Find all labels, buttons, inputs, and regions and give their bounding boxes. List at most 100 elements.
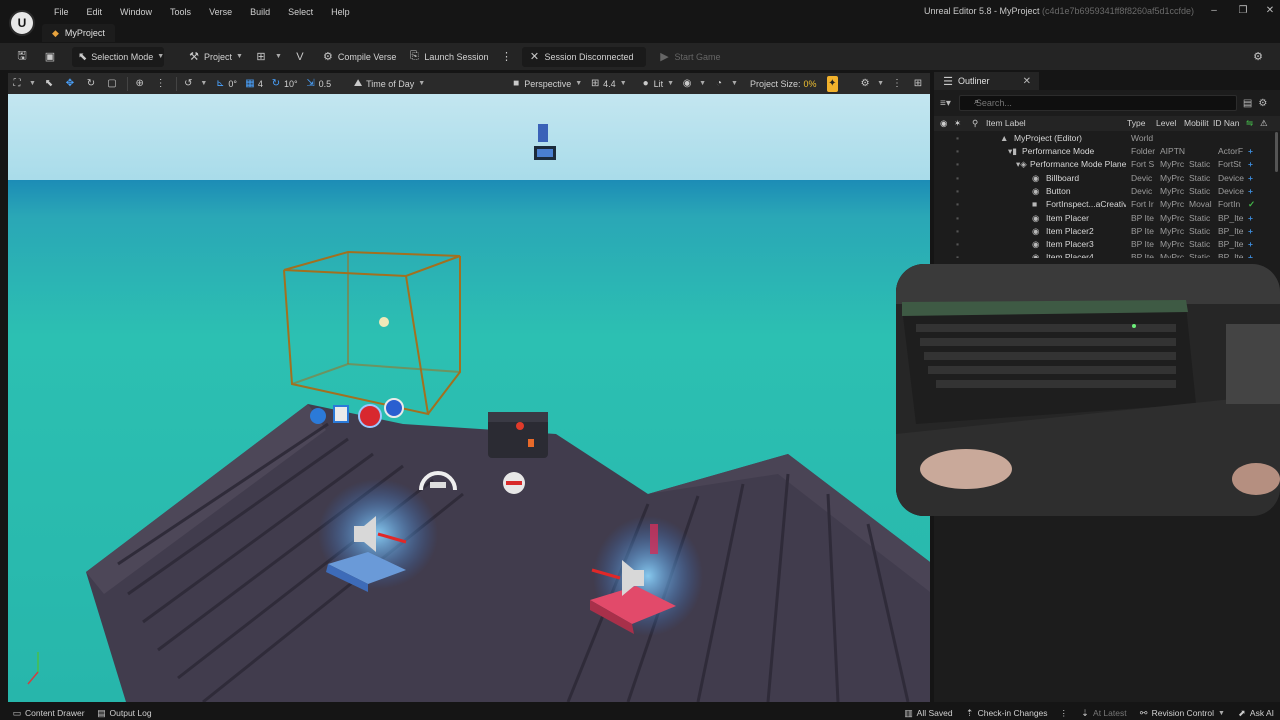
menu-file[interactable]: File: [45, 7, 78, 17]
menu-verse[interactable]: Verse: [200, 7, 241, 17]
outliner-row[interactable]: ▪ ▾◈ Performance Mode Plane Fort S MyPrc Stat…: [934, 158, 1274, 171]
output-log-button[interactable]: ▤ Output Log: [91, 708, 158, 719]
selection-mode-dropdown[interactable]: ⬉ Selection Mode ▼: [72, 46, 164, 67]
outliner-row[interactable]: ▪ ◉ Item Placer2 BP Ite MyPrc Static BP_Ite +: [934, 225, 1274, 238]
viewport-settings-icon[interactable]: ⚙ ▼: [856, 75, 888, 92]
menu-tools[interactable]: Tools: [161, 7, 200, 17]
all-saved-button[interactable]: ▥ All Saved: [898, 708, 959, 719]
view-mode-dropdown[interactable]: ● Lit ▼: [637, 75, 678, 92]
outliner-item-status[interactable]: ✓: [1248, 199, 1255, 210]
viewport-more-icon[interactable]: ⋮: [888, 75, 909, 92]
visibility-toggle-icon[interactable]: ▪: [956, 133, 959, 143]
outliner-row[interactable]: ▪ ▲ MyProject (Editor) World: [934, 132, 1274, 145]
outliner-item-status[interactable]: +: [1248, 239, 1253, 249]
outliner-item-status[interactable]: +: [1248, 159, 1253, 169]
visibility-toggle-icon[interactable]: ▪: [956, 213, 959, 223]
menu-select[interactable]: Select: [279, 7, 322, 17]
surface-snap-dropdown[interactable]: ↺ ▼: [179, 75, 211, 92]
add-actor-dropdown[interactable]: ⊞ ▼: [249, 47, 288, 67]
outliner-row[interactable]: ▪ ■ FortInspect...aCreative1 Fort Ir MyPrc Mo…: [934, 198, 1274, 211]
show-flags-dropdown[interactable]: ◉ ▼: [678, 75, 710, 92]
level-viewport[interactable]: [8, 94, 930, 702]
visibility-toggle-icon[interactable]: ▪: [956, 159, 959, 169]
camera-speed-dropdown[interactable]: ⊞ 4.4 ▼: [586, 75, 630, 92]
column-type[interactable]: Type: [1127, 118, 1145, 128]
save-icon[interactable]: 🖫: [10, 47, 38, 67]
content-drawer-button[interactable]: ▭ Content Drawer: [6, 708, 91, 719]
compile-verse-button[interactable]: ⚙ Compile Verse: [316, 47, 403, 67]
warning-column-icon[interactable]: ⚠: [1260, 118, 1268, 129]
project-dropdown[interactable]: ⚒ Project ▼: [182, 47, 249, 67]
time-of-day-dropdown[interactable]: ⛰ Time of Day ▼: [349, 75, 429, 92]
close-icon[interactable]: ✕: [1023, 76, 1031, 87]
rotate-tool-icon[interactable]: ↻: [82, 75, 103, 92]
grid-snap-toggle[interactable]: ▦ 4: [241, 75, 267, 92]
outliner-item-status[interactable]: +: [1248, 186, 1253, 196]
source-control-column-icon[interactable]: ⇋: [1246, 118, 1253, 129]
settings-gear-icon[interactable]: ⚙: [1246, 47, 1274, 67]
visibility-toggle-icon[interactable]: ▪: [956, 252, 959, 258]
minimize-icon[interactable]: –: [1206, 5, 1222, 16]
visibility-toggle-icon[interactable]: ▪: [956, 239, 959, 249]
column-level[interactable]: Level: [1156, 118, 1176, 128]
outliner-item-status[interactable]: +: [1248, 146, 1253, 156]
outliner-item-status[interactable]: +: [1248, 213, 1253, 223]
performance-dropdown[interactable]: ◔ ▼: [710, 75, 742, 92]
column-item-label[interactable]: Item Label: [986, 118, 1026, 128]
revision-control-dropdown[interactable]: ⚯ Revision Control ▼: [1133, 708, 1231, 719]
light-icon[interactable]: [379, 317, 389, 327]
scale-snap-toggle[interactable]: ⇲ 0.5: [302, 75, 336, 92]
rotation-snap-toggle[interactable]: ⊾ 0°: [211, 75, 241, 92]
outliner-row[interactable]: ▪ ◉ Button Devic MyPrc Static Device +: [934, 185, 1274, 198]
settings-gear-icon[interactable]: ⚙: [1258, 98, 1267, 109]
check-in-changes-button[interactable]: ⇡ Check-in Changes: [959, 708, 1054, 719]
visibility-toggle-icon[interactable]: ▪: [956, 173, 959, 183]
outliner-search-input[interactable]: [958, 95, 1237, 111]
visibility-toggle-icon[interactable]: ▪: [956, 226, 959, 236]
column-id[interactable]: ID Nan: [1213, 118, 1239, 128]
outliner-row[interactable]: ▪ ◉ Item Placer3 BP Ite MyPrc Static BP_Ite +: [934, 238, 1274, 251]
verse-icon[interactable]: V: [288, 47, 316, 67]
angle-snap-toggle[interactable]: ↻ 10°: [267, 75, 302, 92]
lock-column-icon[interactable]: ⚲: [972, 118, 978, 129]
visibility-column-icon[interactable]: ◉: [940, 118, 947, 129]
outliner-item-status[interactable]: +: [1248, 226, 1253, 236]
add-folder-icon[interactable]: ▤: [1243, 98, 1252, 109]
menu-build[interactable]: Build: [241, 7, 279, 17]
menu-edit[interactable]: Edit: [78, 7, 112, 17]
coordinate-space-icon[interactable]: ⊕: [131, 75, 152, 92]
outliner-row[interactable]: ▪ ◉ Item Placer BP Ite MyPrc Static BP_Ite +: [934, 212, 1274, 225]
layout-grid-icon[interactable]: ⊞: [909, 75, 930, 92]
outliner-row[interactable]: ▪ ◉ Billboard Devic MyPrc Static Device +: [934, 172, 1274, 185]
outliner-item-status[interactable]: +: [1248, 173, 1253, 183]
outliner-row[interactable]: ▪ ▾▮ Performance Mode Folder AIPTN ActorF +: [934, 145, 1274, 158]
start-game-button[interactable]: ▶ Start Game: [652, 47, 726, 67]
unreal-logo-icon[interactable]: U: [9, 10, 35, 36]
menu-help[interactable]: Help: [322, 7, 359, 17]
launch-session-button[interactable]: ⎘ Launch Session: [402, 47, 494, 67]
maximize-icon[interactable]: ❐: [1235, 5, 1251, 16]
outliner-row[interactable]: ▪ ◉ Item Placer4 BP Ite MyPrc Static BP_Ite +: [934, 251, 1274, 258]
translate-tool-icon[interactable]: ✥: [61, 75, 82, 92]
visibility-toggle-icon[interactable]: ▪: [956, 186, 959, 196]
trigger-icon[interactable]: [503, 472, 525, 494]
ask-ai-button[interactable]: ⬈ Ask AI: [1231, 708, 1280, 719]
close-window-icon[interactable]: ✕: [1262, 5, 1278, 16]
outliner-scrollbar[interactable]: [1275, 132, 1278, 172]
visibility-toggle-icon[interactable]: ▪: [956, 199, 959, 209]
visibility-toggle-icon[interactable]: ▪: [956, 146, 959, 156]
menu-window[interactable]: Window: [111, 7, 161, 17]
tab-outliner[interactable]: ☰ Outliner ✕: [934, 72, 1039, 90]
more-options-icon[interactable]: ⋮: [494, 47, 522, 67]
box-device[interactable]: [488, 412, 548, 458]
scale-tool-icon[interactable]: ▢: [103, 75, 124, 92]
tab-myproject[interactable]: ◆ MyProject: [42, 24, 115, 42]
viewport-scene[interactable]: [8, 94, 930, 702]
realtime-toggle-icon[interactable]: ✦: [826, 75, 839, 92]
outliner-item-status[interactable]: +: [1248, 252, 1253, 258]
select-tool-icon[interactable]: ⬉: [40, 75, 61, 92]
more-icon[interactable]: ⋮: [152, 75, 173, 92]
filter-icon[interactable]: ≡▾: [940, 98, 951, 109]
viewport-menu-icon[interactable]: ⛶ ▼: [8, 75, 40, 92]
column-mobility[interactable]: Mobilit: [1184, 118, 1209, 128]
